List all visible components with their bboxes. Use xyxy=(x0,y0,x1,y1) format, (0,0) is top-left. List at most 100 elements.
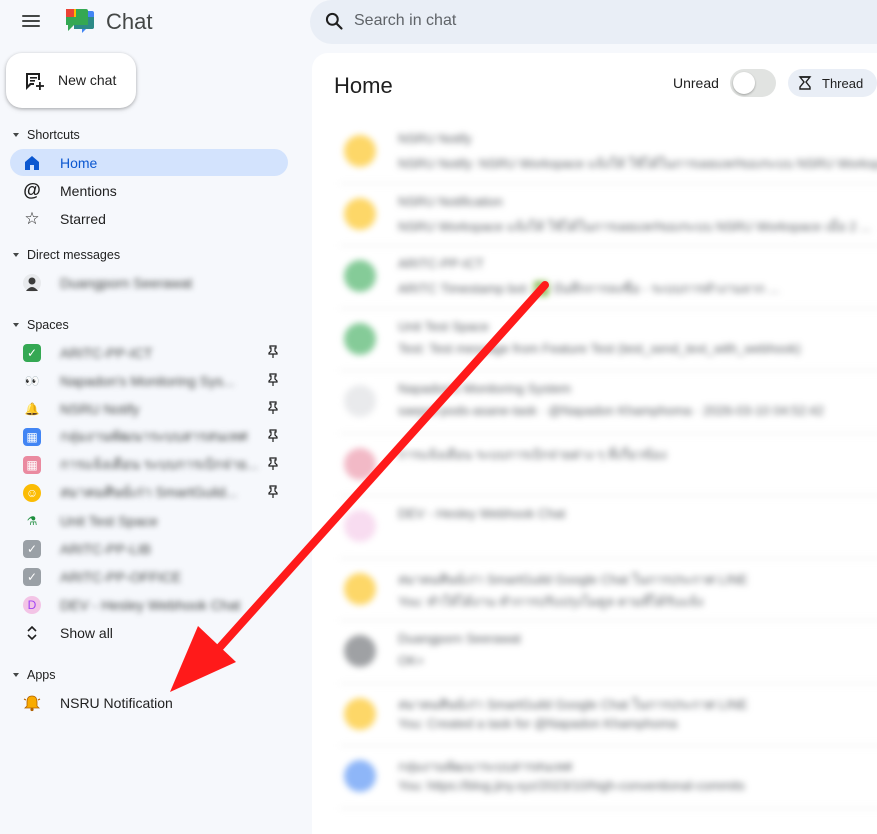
conversation-name: NSRU Notification xyxy=(398,193,503,209)
sidebar-item-space[interactable]: ✓ ARITC-PP-LIB xyxy=(10,535,288,562)
conversation-row[interactable]: Unit Test Space Test: Test message from F… xyxy=(340,309,877,371)
apps-section-toggle[interactable]: Apps xyxy=(10,666,56,684)
conversation-avatar xyxy=(344,572,376,605)
sidebar-item-nsru-notification[interactable]: NSRU Notification xyxy=(10,689,288,716)
main-menu-icon[interactable] xyxy=(22,12,44,30)
conversation-preview: You: https://blog.jiny.xyz/2023/10/high-… xyxy=(398,778,745,793)
conversation-name: Duangporn Seerawat xyxy=(398,631,521,646)
space-avatar: D xyxy=(23,595,41,614)
shortcuts-heading: Shortcuts xyxy=(27,128,80,142)
sidebar-item-label: Mentions xyxy=(60,182,117,199)
new-chat-button[interactable]: New chat xyxy=(6,53,136,108)
shortcuts-section-toggle[interactable]: Shortcuts xyxy=(10,126,80,144)
pin-icon[interactable] xyxy=(268,457,278,471)
conversation-row[interactable]: Napadon's Monitoring System saepol-pods-a… xyxy=(340,371,877,434)
sidebar-item-space[interactable]: ⚗ Unit Test Space xyxy=(10,507,288,534)
sidebar-item-label: ARITC-PP-ICT xyxy=(60,344,153,361)
conversation-row[interactable]: สมาคมศิษย์เก่า SmartGuild Google Chat ใน… xyxy=(340,684,877,746)
avatar xyxy=(22,273,42,293)
conversation-avatar xyxy=(344,197,376,230)
thread-filter-button[interactable]: Thread xyxy=(788,69,877,97)
spaces-section-toggle[interactable]: Spaces xyxy=(10,316,69,334)
sidebar-item-dm[interactable]: Duangporn Seerawat xyxy=(10,269,288,296)
pin-icon[interactable] xyxy=(268,485,278,499)
space-avatar: ✓ xyxy=(23,343,41,362)
sidebar-item-starred[interactable]: ☆ Starred xyxy=(10,205,288,232)
new-chat-icon xyxy=(26,73,44,90)
pin-icon[interactable] xyxy=(268,429,278,443)
conversation-preview: Test: Test message from Feature Test (te… xyxy=(398,340,801,356)
space-avatar: ▦ xyxy=(23,427,41,446)
pin-icon[interactable] xyxy=(268,373,278,387)
conversation-row[interactable]: การแจ้งเตือน ระบบการเบิกจ่ายต่าง ๆ ที่เก… xyxy=(340,434,877,496)
conversation-name: NSRU Notify xyxy=(398,131,472,146)
conversation-preview: NSRU Workspace แจ้งให้ ใช้ได้ในการเผยแพร… xyxy=(398,218,871,234)
chat-logo-icon xyxy=(66,9,94,33)
show-all-button[interactable]: Show all xyxy=(10,619,288,646)
sidebar-item-space[interactable]: ▦ กลุ่มงานพัฒนาระบบสารสนเทศ xyxy=(10,423,288,450)
conversation-name: การแจ้งเตือน ระบบการเบิกจ่ายต่าง ๆ ที่เก… xyxy=(398,446,667,462)
conversation-row[interactable]: NSRU Notify NSRU Notify: NSRU Workspace แ… xyxy=(340,121,877,184)
sidebar-item-space[interactable]: D DEV - Hesley Webhook Chat xyxy=(10,591,288,618)
conversation-preview: NSRU Notify: NSRU Workspace แจ้งให้ ใช้ไ… xyxy=(398,156,877,171)
smile-icon: ☺ xyxy=(22,483,42,503)
conversation-row[interactable]: ARITC-PP-ICT ARITC Timestamp bot: ✅ บันทึ… xyxy=(340,246,877,309)
conversation-row[interactable]: Duangporn Seerawat OK+ xyxy=(340,621,877,684)
thread-label: Thread xyxy=(822,75,864,91)
sidebar-item-space[interactable]: ☺ สมาคมศิษย์เก่า SmartGuild... xyxy=(10,479,288,506)
space-avatar: ▦ xyxy=(23,455,41,474)
grid-icon: ▦ xyxy=(22,455,42,475)
conversation-preview: OK+ xyxy=(398,653,425,668)
caret-down-icon xyxy=(13,323,19,327)
unread-toggle[interactable] xyxy=(730,69,776,97)
eyes-icon: 👀 xyxy=(22,371,42,391)
sidebar-item-space[interactable]: 👀 Napadon's Monitoring Sys... xyxy=(10,367,288,394)
pin-icon[interactable] xyxy=(268,345,278,359)
pin-icon[interactable] xyxy=(268,401,278,415)
conversation-row[interactable]: สมาคมศิษย์เก่า SmartGuild Google Chat ใน… xyxy=(340,559,877,621)
sidebar-item-space[interactable]: ✓ ARITC-PP-OFFICE xyxy=(10,563,288,590)
space-avatar: ⚗ xyxy=(26,513,38,528)
check-box-icon: ✓ xyxy=(22,343,42,363)
check-box-icon: ✓ xyxy=(22,539,42,559)
sidebar-item-mentions[interactable]: @ Mentions xyxy=(10,177,288,204)
bell-icon xyxy=(22,693,42,713)
sidebar-item-label: DEV - Hesley Webhook Chat xyxy=(60,596,241,613)
caret-down-icon xyxy=(13,253,19,257)
grid-icon: ▦ xyxy=(22,427,42,447)
sidebar-item-space[interactable]: ▦ การแจ้งเตือน ระบบการเบิกจ่าย... xyxy=(10,451,288,478)
at-icon: @ xyxy=(23,180,41,200)
sidebar-item-label: การแจ้งเตือน ระบบการเบิกจ่าย... xyxy=(60,455,259,472)
spaces-heading: Spaces xyxy=(27,318,69,332)
sidebar-item-label: Starred xyxy=(60,210,106,227)
sidebar-item-space[interactable]: 🔔 NSRU Notify xyxy=(10,395,288,422)
caret-down-icon xyxy=(13,133,19,137)
sidebar-item-label: NSRU Notification xyxy=(60,694,173,711)
sidebar-item-label: กลุ่มงานพัฒนาระบบสารสนเทศ xyxy=(60,427,248,444)
unfold-icon xyxy=(22,623,42,643)
dm-section-toggle[interactable]: Direct messages xyxy=(10,246,120,264)
conversation-row[interactable]: NSRU Notification NSRU Workspace แจ้งให้ … xyxy=(340,184,877,246)
conversation-name: ARITC-PP-ICT xyxy=(398,256,484,271)
conversation-avatar xyxy=(344,697,376,730)
conversation-preview: You: ทำให้ได้งาน ทำการปรับปรุงโมดูล ตามท… xyxy=(398,593,704,609)
sidebar-item-home[interactable]: Home xyxy=(10,149,288,176)
sidebar-item-label: สมาคมศิษย์เก่า SmartGuild... xyxy=(60,483,238,500)
search-icon[interactable] xyxy=(324,11,344,31)
apps-heading: Apps xyxy=(27,668,56,682)
conversation-row[interactable]: DEV - Hesley Webhook Chat xyxy=(340,496,877,559)
check-box-icon: ✓ xyxy=(22,567,42,587)
conversation-avatar xyxy=(344,635,376,667)
conversation-avatar xyxy=(344,322,376,355)
conversation-preview: ARITC Timestamp bot: ✅ บันทึกการลงชื่อ -… xyxy=(398,281,780,296)
search-input[interactable] xyxy=(354,10,754,32)
search-bar[interactable] xyxy=(310,0,877,44)
space-avatar: 👀 xyxy=(24,373,40,388)
sidebar-item-space[interactable]: ✓ ARITC-PP-ICT xyxy=(10,339,288,366)
conversation-name: DEV - Hesley Webhook Chat xyxy=(398,506,566,521)
conversation-row[interactable]: กลุ่มงานพัฒนาระบบสารสนเทศ You: https://bl… xyxy=(340,746,877,809)
dm-heading: Direct messages xyxy=(27,248,121,262)
bell-icon: 🔔 xyxy=(22,399,42,419)
conversation-name: สมาคมศิษย์เก่า SmartGuild Google Chat ใน… xyxy=(398,571,748,587)
sidebar-item-label: Unit Test Space xyxy=(60,512,158,529)
